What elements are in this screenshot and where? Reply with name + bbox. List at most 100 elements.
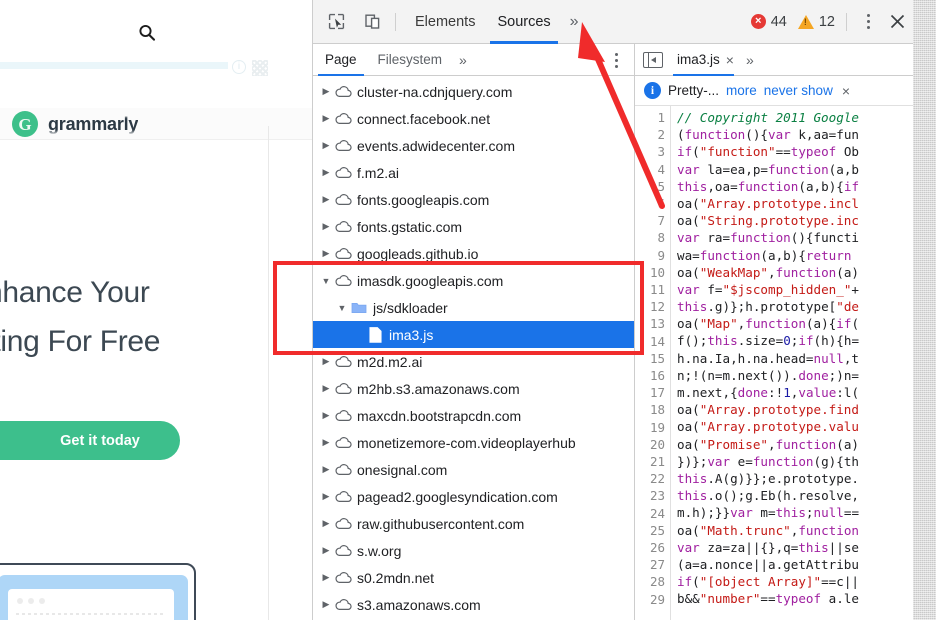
close-notice-icon[interactable]: × <box>842 83 850 99</box>
code-line: if("[object Array]"==c|| <box>677 573 913 590</box>
warning-count: 12 <box>819 14 835 30</box>
line-number: 4 <box>635 161 665 178</box>
notice-text: Pretty-... <box>668 83 719 98</box>
chevron-right-icon[interactable]: ▶ <box>319 491 333 502</box>
toolbar-divider <box>395 13 396 31</box>
chevron-right-icon[interactable]: ▶ <box>319 167 333 178</box>
source-editor-pane: ima3.js × » i Pretty-... more never show… <box>635 44 913 620</box>
line-number: 14 <box>635 333 665 350</box>
device-toolbar-icon[interactable] <box>357 7 387 37</box>
cloud-icon <box>333 85 353 98</box>
code-line: var la=ea,p=function(a,b <box>677 161 913 178</box>
tree-row[interactable]: ▶connect.facebook.net <box>313 105 634 132</box>
tree-row[interactable]: ▶ googleads.github.io <box>313 240 634 267</box>
chevron-right-icon[interactable]: ▶ <box>319 383 333 394</box>
code-line: oa("Promise",function(a) <box>677 436 913 453</box>
chevron-right-icon[interactable]: ▶ <box>319 464 333 475</box>
chevron-right-icon[interactable]: ▶ <box>319 140 333 151</box>
more-panels-icon[interactable]: » <box>562 0 587 44</box>
code-area: 1234567891011121314151617181920212223242… <box>635 106 913 620</box>
editor-tab-ima3js[interactable]: ima3.js × <box>669 44 738 76</box>
show-navigator-icon[interactable] <box>643 52 663 68</box>
brand-name: grammarly <box>48 114 138 135</box>
line-number: 1 <box>635 109 665 126</box>
chevron-right-icon[interactable]: ▶ <box>319 86 333 97</box>
more-editor-tabs-icon[interactable]: » <box>738 44 762 76</box>
webpage-topbar <box>0 0 312 62</box>
line-number: 29 <box>635 591 665 608</box>
code-line: f();this.size=0;if(h){h= <box>677 332 913 349</box>
chevron-right-icon[interactable]: ▶ <box>319 221 333 232</box>
issue-counts[interactable]: × 44 12 <box>751 14 835 30</box>
tree-row[interactable]: ▶ s0.2mdn.net <box>313 564 634 591</box>
tree-row[interactable]: ima3.js <box>313 321 634 348</box>
notice-more-link[interactable]: more <box>726 83 757 98</box>
tree-row[interactable]: ▶f.m2.ai <box>313 159 634 186</box>
chevron-right-icon[interactable]: ▶ <box>319 113 333 124</box>
chevron-right-icon[interactable]: ▶ <box>319 599 333 610</box>
tree-row-label: googleads.github.io <box>357 246 478 262</box>
line-number: 26 <box>635 539 665 556</box>
chevron-down-icon[interactable]: ▼ <box>335 303 349 313</box>
more-options-icon[interactable] <box>856 7 880 37</box>
line-number: 21 <box>635 453 665 470</box>
chevron-right-icon[interactable]: ▶ <box>319 194 333 205</box>
tree-row[interactable]: ▶fonts.gstatic.com <box>313 213 634 240</box>
tree-row[interactable]: ▶ raw.githubusercontent.com <box>313 510 634 537</box>
chevron-right-icon[interactable]: ▶ <box>319 518 333 529</box>
cloud-icon <box>333 436 353 449</box>
line-number: 23 <box>635 487 665 504</box>
chevron-right-icon[interactable]: ▶ <box>319 356 333 367</box>
source-code-content[interactable]: // Copyright 2011 Google(function(){var … <box>671 106 913 620</box>
tree-row[interactable]: ▶m2hb.s3.amazonaws.com <box>313 375 634 402</box>
tree-row[interactable]: ▶events.adwidecenter.com <box>313 132 634 159</box>
line-number: 13 <box>635 315 665 332</box>
tree-row[interactable]: ▶ fonts.googleapis.com <box>313 186 634 213</box>
more-navigator-tabs-icon[interactable]: » <box>451 44 475 76</box>
get-it-today-button[interactable]: Get it today <box>0 421 180 460</box>
chevron-right-icon[interactable]: ▶ <box>319 410 333 421</box>
line-number: 9 <box>635 247 665 264</box>
search-icon[interactable] <box>138 24 156 42</box>
tree-row[interactable]: ▶pagead2.googlesyndication.com <box>313 483 634 510</box>
nav-tab-filesystem[interactable]: Filesystem <box>369 44 452 76</box>
tree-row[interactable]: ▼js/sdkloader <box>313 294 634 321</box>
chevron-down-icon[interactable]: ▼ <box>319 276 333 286</box>
tree-row[interactable]: ▶onesignal.com <box>313 456 634 483</box>
tree-row[interactable]: ▶s.w.org <box>313 537 634 564</box>
page-divider <box>268 126 269 620</box>
line-number: 10 <box>635 264 665 281</box>
tree-row[interactable]: ▶monetizemore-com.videoplayerhub <box>313 429 634 456</box>
tree-row-label: s0.2mdn.net <box>357 570 434 586</box>
line-number: 8 <box>635 229 665 246</box>
line-number-gutter: 1234567891011121314151617181920212223242… <box>635 106 671 620</box>
tree-row[interactable]: ▶maxcdn.bootstrapcdn.com <box>313 402 634 429</box>
inspect-element-icon[interactable] <box>321 7 351 37</box>
grammarly-logo-icon: G <box>12 111 38 137</box>
nav-tab-page[interactable]: Page <box>316 44 366 76</box>
tree-row[interactable]: ▼imasdk.googleapis.com <box>313 267 634 294</box>
code-line: b&&"number"==typeof a.le <box>677 590 913 607</box>
tree-row-label: raw.githubusercontent.com <box>357 516 524 532</box>
tree-row[interactable]: ▶s3.amazonaws.com <box>313 591 634 618</box>
chevron-right-icon[interactable]: ▶ <box>319 572 333 583</box>
line-number: 28 <box>635 573 665 590</box>
chevron-right-icon[interactable]: ▶ <box>319 545 333 556</box>
tab-sources[interactable]: Sources <box>486 0 561 44</box>
code-line: (a=a.nonce||a.getAttribu <box>677 556 913 573</box>
close-tab-icon[interactable]: × <box>726 53 734 67</box>
line-number: 20 <box>635 436 665 453</box>
tree-row-label: fonts.googleapis.com <box>357 192 489 208</box>
chevron-right-icon[interactable]: ▶ <box>319 437 333 448</box>
mockup-browser-frame <box>0 575 188 620</box>
code-line: n;!(n=m.next()).done;)n= <box>677 367 913 384</box>
tree-row[interactable]: ▶m2d.m2.ai <box>313 348 634 375</box>
chevron-right-icon[interactable]: ▶ <box>319 248 333 259</box>
tab-elements[interactable]: Elements <box>404 0 486 44</box>
navigator-more-options-icon[interactable] <box>606 48 626 72</box>
line-number: 17 <box>635 384 665 401</box>
close-devtools-icon[interactable] <box>880 7 913 37</box>
notice-never-show-link[interactable]: never show <box>764 83 833 98</box>
page-loading-bar <box>0 62 228 69</box>
tree-row[interactable]: ▶cluster-na.cdnjquery.com <box>313 78 634 105</box>
